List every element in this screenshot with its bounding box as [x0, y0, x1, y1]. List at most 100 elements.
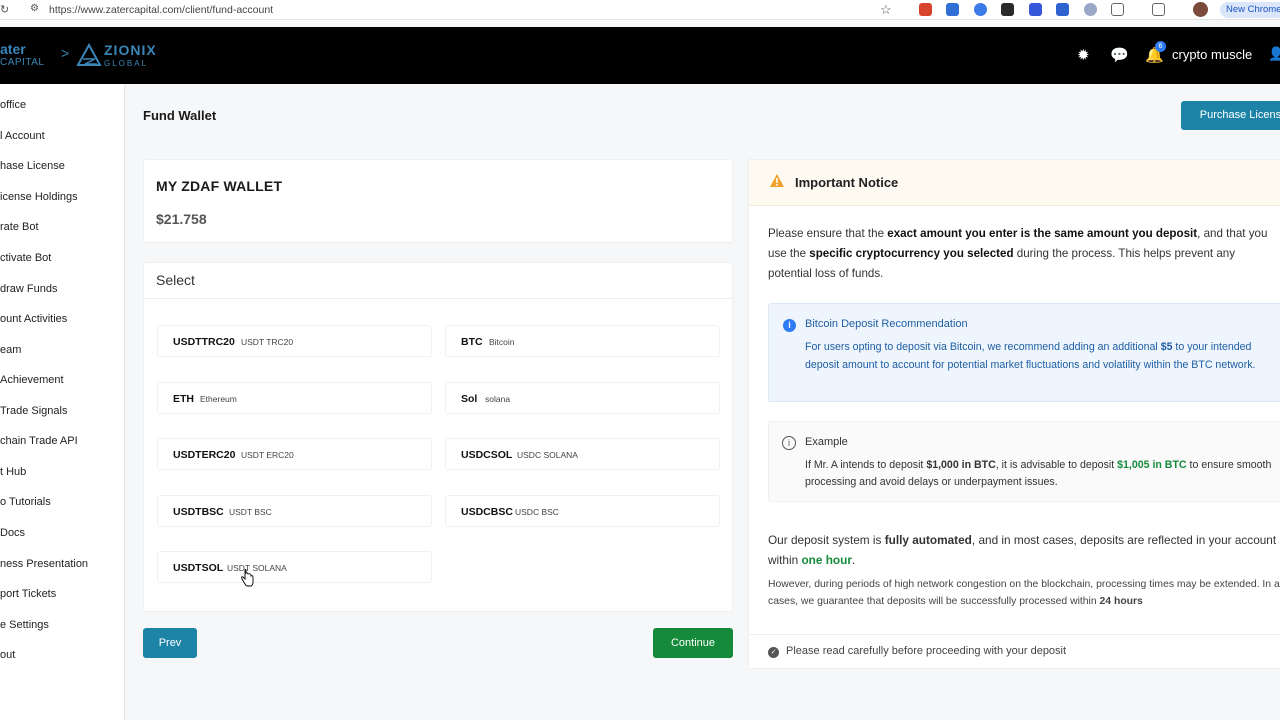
sidebar-item-support-tickets[interactable]: port Tickets — [0, 588, 56, 600]
notice-title: Important Notice — [795, 175, 899, 190]
coin-option-usdttrc20[interactable]: USDTTRC20 USDT TRC20 — [157, 325, 432, 357]
example-box: i Example If Mr. A intends to deposit $1… — [768, 421, 1280, 502]
coin-code: USDTSOL — [173, 562, 224, 574]
brand-secondary-sub: GLOBAL — [104, 59, 149, 68]
coin-code: USDCSOL — [461, 449, 513, 461]
extension-icon[interactable] — [974, 3, 987, 16]
coin-code: Sol — [461, 393, 478, 405]
address-bar[interactable]: https://www.zatercapital.com/client/fund… — [49, 4, 273, 16]
sidebar-item-profile-settings[interactable]: e Settings — [0, 619, 49, 631]
btc-recommendation-box: i Bitcoin Deposit Recommendation For use… — [768, 303, 1280, 402]
extension-icon[interactable] — [1084, 3, 1097, 16]
continue-button[interactable]: Continue — [653, 628, 733, 658]
example-text: If Mr. A intends to deposit $1,000 in BT… — [805, 459, 1272, 488]
coin-desc: USDT ERC20 — [241, 450, 294, 460]
coin-option-sol[interactable]: Sol solana — [445, 382, 720, 414]
sidebar-item-license-holdings[interactable]: icense Holdings — [0, 191, 78, 203]
sidebar-item-trade-signals[interactable]: Trade Signals — [0, 405, 67, 417]
notification-badge: 6 — [1155, 41, 1166, 52]
theme-toggle-icon[interactable]: ✹ — [1077, 46, 1090, 64]
sidebar-item-office[interactable]: office — [0, 99, 26, 111]
notice-footer: ✓ Please read carefully before proceedin… — [749, 634, 1280, 670]
site-settings-icon[interactable]: ⚙ — [30, 3, 39, 14]
brand-primary-text: ater — [0, 41, 26, 57]
sidebar-item-purchase-license[interactable]: hase License — [0, 160, 65, 172]
coin-desc: USDT SOLANA — [227, 563, 287, 573]
notice-intro-text: Please ensure that the exact amount you … — [768, 227, 1268, 280]
sidebar-item-docs[interactable]: Docs — [0, 527, 25, 539]
user-icon[interactable]: 👤 — [1268, 46, 1280, 62]
check-circle-icon: ✓ — [768, 647, 779, 658]
coin-desc: Ethereum — [200, 394, 237, 404]
warning-icon — [770, 174, 784, 187]
coin-code: BTC — [461, 336, 483, 348]
coin-desc: USDT BSC — [229, 507, 272, 517]
extension-icon[interactable] — [1029, 3, 1042, 16]
sidebar-item-create-bot[interactable]: rate Bot — [0, 221, 39, 233]
extension-icon[interactable] — [919, 3, 932, 16]
sidebar-item-chain-trade-api[interactable]: chain Trade API — [0, 435, 78, 447]
zater-capital-logo[interactable]: ater CAPITAL — [0, 41, 44, 68]
browser-toolbar: ↻ ⚙ https://www.zatercapital.com/client/… — [0, 0, 1280, 20]
coin-option-btc[interactable]: BTC Bitcoin — [445, 325, 720, 357]
info-icon: i — [783, 319, 796, 332]
profile-avatar[interactable] — [1193, 2, 1208, 17]
side-panel-icon[interactable] — [1152, 3, 1165, 16]
sidebar-item-business-presentation[interactable]: ness Presentation — [0, 558, 88, 570]
extension-icon[interactable] — [1001, 3, 1014, 16]
username[interactable]: crypto muscle — [1172, 47, 1252, 62]
recommendation-title: Bitcoin Deposit Recommendation — [805, 318, 968, 330]
sidebar-item-activate-bot[interactable]: ctivate Bot — [0, 252, 51, 264]
coin-option-usdtbsc[interactable]: USDTBSC USDT BSC — [157, 495, 432, 527]
reload-icon[interactable]: ↻ — [0, 3, 12, 17]
recommendation-text: For users opting to deposit via Bitcoin,… — [805, 341, 1256, 371]
brand-separator: > — [61, 45, 70, 61]
sidebar-item-account-activities[interactable]: ount Activities — [0, 313, 67, 325]
coin-option-usdcsol[interactable]: USDCSOL USDC SOLANA — [445, 438, 720, 470]
purchase-license-button[interactable]: Purchase License — [1181, 101, 1280, 130]
sidebar: office l Account hase License icense Hol… — [0, 84, 125, 720]
sidebar-item-achievement[interactable]: Achievement — [0, 374, 64, 386]
wallet-card: MY ZDAF WALLET $21.758 — [143, 159, 733, 243]
page-title: Fund Wallet — [143, 108, 217, 123]
zionix-logo-icon — [76, 43, 102, 66]
extension-icon[interactable] — [1056, 3, 1069, 16]
congestion-text: However, during periods of high network … — [768, 579, 1280, 607]
coin-desc: Bitcoin — [489, 337, 515, 347]
info-outline-icon: i — [782, 436, 796, 450]
sidebar-item-account[interactable]: l Account — [0, 130, 45, 142]
prev-button[interactable]: Prev — [143, 628, 197, 658]
hand-pointer-icon — [241, 569, 254, 587]
select-title: Select — [156, 272, 195, 288]
sidebar-item-logout[interactable]: out — [0, 649, 15, 661]
currency-select-card: Select USDTTRC20 USDT TRC20 BTC Bitcoin … — [143, 262, 733, 612]
important-notice-panel: Important Notice Please ensure that the … — [748, 159, 1280, 669]
chat-icon[interactable]: 💬 — [1110, 46, 1129, 64]
notice-header: Important Notice — [749, 160, 1280, 206]
coin-code: ETH — [173, 393, 194, 405]
new-chrome-button[interactable]: New Chrome — [1220, 2, 1280, 18]
coin-code: USDTTRC20 — [173, 336, 235, 348]
sidebar-item-tutorials[interactable]: o Tutorials — [0, 496, 51, 508]
extension-icon[interactable] — [946, 3, 959, 16]
top-header: ater CAPITAL > ZIONIX GLOBAL ✹ 💬 🔔 6 cry… — [0, 27, 1280, 84]
sidebar-item-team[interactable]: eam — [0, 344, 21, 356]
bookmark-star-icon[interactable]: ☆ — [880, 2, 892, 18]
coin-option-usdcbsc[interactable]: USDCBSC USDC BSC — [445, 495, 720, 527]
coin-desc: USDC BSC — [515, 507, 559, 517]
coin-option-eth[interactable]: ETH Ethereum — [157, 382, 432, 414]
notice-footer-text: Please read carefully before proceeding … — [786, 645, 1067, 657]
sidebar-item-withdraw-funds[interactable]: draw Funds — [0, 283, 57, 295]
brand-secondary-text: ZIONIX — [104, 42, 157, 58]
sidebar-item-hub[interactable]: t Hub — [0, 466, 26, 478]
coin-option-usdtsol[interactable]: USDTSOL USDT SOLANA — [157, 551, 432, 583]
automation-text: Our deposit system is fully automated, a… — [768, 533, 1277, 567]
coin-option-usdterc20[interactable]: USDTERC20 USDT ERC20 — [157, 438, 432, 470]
coin-code: USDTBSC — [173, 506, 224, 518]
extensions-puzzle-icon[interactable] — [1111, 3, 1124, 16]
select-header: Select — [144, 263, 732, 299]
wallet-balance: $21.758 — [156, 211, 207, 227]
wallet-name: MY ZDAF WALLET — [156, 178, 283, 194]
zionix-global-logo[interactable]: ZIONIX GLOBAL — [104, 42, 157, 70]
example-title: Example — [805, 436, 848, 448]
